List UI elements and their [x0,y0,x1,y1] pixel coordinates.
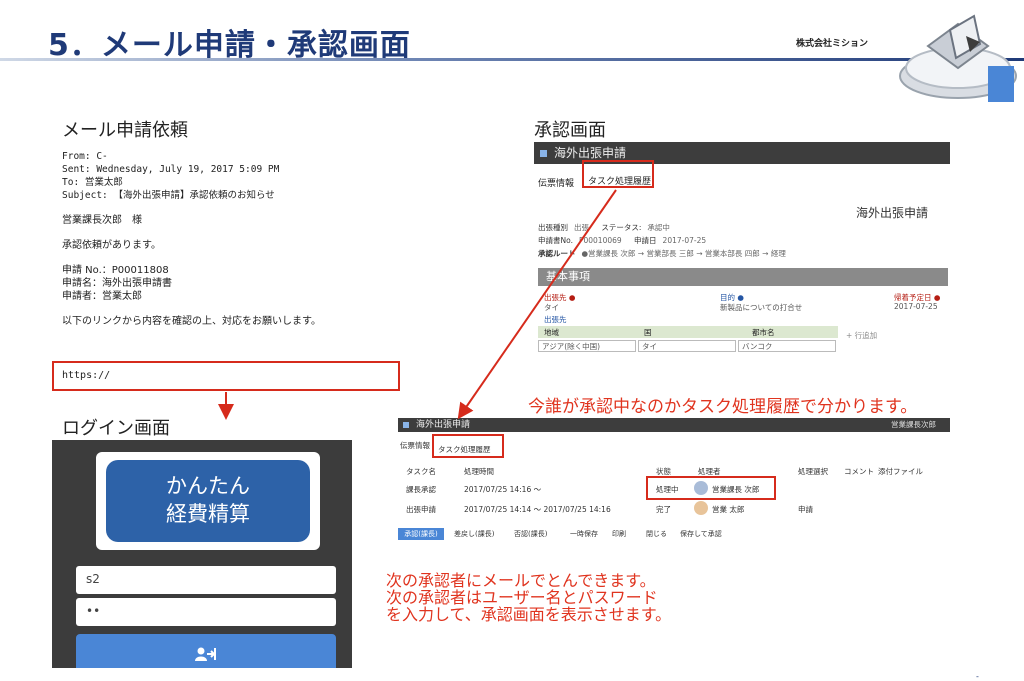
email-salutation: 営業課長次郎 様 [62,215,142,226]
print-button[interactable]: 印刷 [612,529,626,539]
login-brand: かんたん 経費精算 [106,460,310,542]
row2-task: 出張申請 [406,505,436,514]
note2-line-1: 次の承認者にメールでとんできます。 [386,571,656,590]
city-select[interactable]: バンコク [738,340,836,352]
note2-line-2: 次の承認者はユーザー名とパスワード [386,588,658,607]
col-country: 国 [644,328,652,337]
window-icon [540,150,547,157]
reject-button[interactable]: 否認(課長) [514,529,547,539]
col-region: 地域 [544,328,559,337]
email-applicant: 申請者：営業太郎 [62,291,142,302]
login-icon [195,647,216,661]
tab-voucher[interactable]: 伝票情報 [538,176,574,189]
route-row: 承認ルート ●営業課長 次郎 → 営業部長 三郎 → 営業本部長 四郎 → 経理 [538,249,786,258]
brand-line-2: 経費精算 [166,502,250,526]
return-value[interactable]: 2017-07-25 [894,302,938,311]
row2-choice: 申請 [798,505,813,514]
note-next-approver: 次の承認者にメールでとんできます。 次の承認者はユーザー名とパスワード を入力し… [386,572,671,623]
login-screen: かんたん 経費精算 s2 •• [52,440,352,668]
company-name: 株式会社ミション [796,39,869,49]
hdr-choice: 処理選択 [798,467,828,476]
note2-line-3: を入力して、承認画面を表示させます。 [386,605,672,624]
password-field[interactable]: •• [76,598,336,626]
approval-screen: 海外出張申請 伝票情報 タスク処理履歴 海外出張申請 出張種別 出張 ステータス:… [534,142,950,357]
header-divider [0,58,1024,61]
area-label: 出張先 [544,315,567,324]
action-buttons: 承認(課長) 差戻し(課長) 否認(課長) 一時保存 印刷 閉じる 保存して承認 [398,528,950,542]
email-link[interactable]: https:// [62,370,110,381]
page-number-marker: - [976,672,979,681]
login-section-label: ログイン画面 [62,418,170,439]
basic-info-header: 基本事項 [538,268,948,286]
close-button[interactable]: 閉じる [646,529,667,539]
email-from: From: C- [62,151,108,162]
hdr-task: タスク名 [406,467,436,476]
row1-task: 課長承認 [406,485,436,494]
area-table-header: 地域 国 都市名 [538,326,838,338]
country-select[interactable]: タイ [638,340,736,352]
email-message: 承認依頼があります。 [62,240,161,251]
note-history: 今誰が承認中なのかタスク処理履歴で分かります。 [528,397,918,417]
email-body: From: C- Sent: Wednesday, July 19, 2017 … [62,150,402,328]
col-city: 都市名 [752,328,775,337]
row2-state: 完了 [656,505,671,514]
row2-person: 営業 太郎 [712,505,745,514]
email-subject: Subject: 【海外出張申請】承認依頼のお知らせ [62,190,275,201]
hdr-comment: コメント [844,467,874,476]
row2-time: 2017/07/25 14:14 ～ 2017/07/25 14:16 [464,505,611,514]
row1-time: 2017/07/25 14:16 ～ [464,485,542,494]
save-approve-button[interactable]: 保存して承認 [680,529,722,539]
region-select[interactable]: アジア(除く中国) [538,340,636,352]
meta-row-1: 出張種別 出張 ステータス: 承認中 [538,223,670,232]
approval-section-label: 承認画面 [534,120,606,141]
processing-highlight [646,476,776,500]
approval-window-title: 海外出張申請 [554,146,627,160]
history-screen: 海外出張申請 営業課長次郎 伝票情報 タスク処理履歴 タスク名 処理時間 状態 … [398,418,950,546]
login-button[interactable] [76,634,336,668]
hdr-time: 処理時間 [464,467,494,476]
send-back-button[interactable]: 差戻し(課長) [454,529,494,539]
email-app-name: 申請名：海外出張申請書 [62,278,172,289]
email-app-no: 申請 No.：P00011808 [62,265,169,276]
meta-row-2: 申請書No. P00010069 申請日 2017-07-25 [538,236,707,245]
email-section-label: メール申請依頼 [62,120,188,141]
purpose-value[interactable]: 新製品についての打合せ [720,302,802,313]
history-tab-highlight [432,434,504,458]
window-icon [403,422,409,428]
add-row-button[interactable]: + 行追加 [846,330,877,341]
temp-save-button[interactable]: 一時保存 [570,529,598,539]
email-to: To: 営業太郎 [62,177,123,188]
document-title: 海外出張申請 [856,206,929,220]
history-tab-voucher[interactable]: 伝票情報 [400,440,430,451]
company-logo [899,14,1017,102]
brand-line-1: かんたん [166,474,250,498]
dest-value[interactable]: タイ [544,302,559,313]
hdr-attachment: 添付ファイル [878,467,923,476]
email-sent: Sent: Wednesday, July 19, 2017 5:09 PM [62,164,280,175]
email-instruction: 以下のリンクから内容を確認の上、対応をお願いします。 [62,316,321,327]
user-avatar-icon [694,501,708,515]
approve-button[interactable]: 承認(課長) [398,528,444,540]
history-titlebar: 海外出張申請 営業課長次郎 [398,418,950,432]
current-user: 営業課長次郎 [891,420,936,429]
history-window-title: 海外出張申請 [416,420,471,430]
tab-history-highlight [582,160,654,188]
username-field[interactable]: s2 [76,566,336,594]
